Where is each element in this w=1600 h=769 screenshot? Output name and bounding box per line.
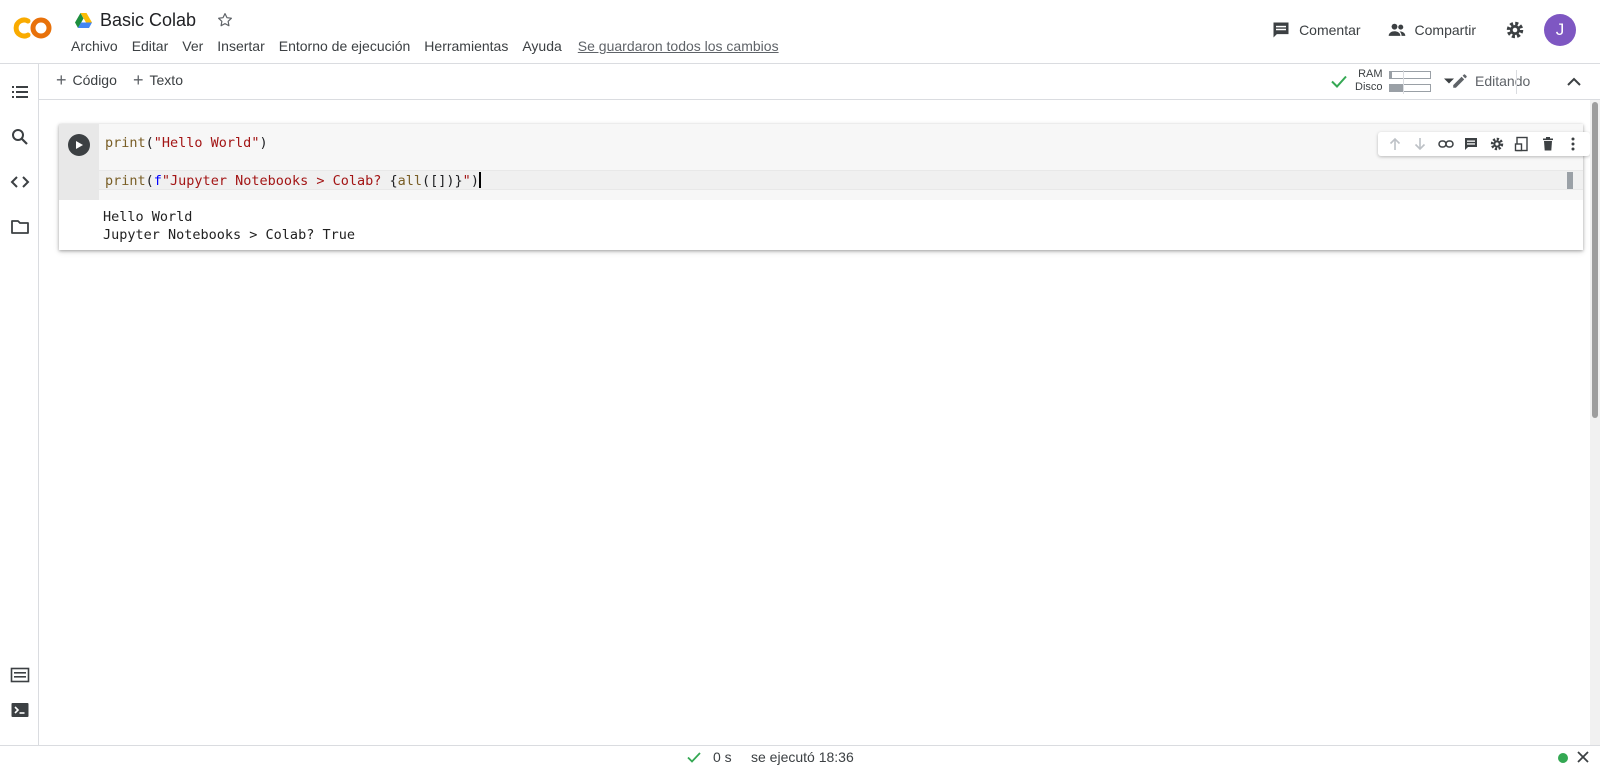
mirror-cell-icon[interactable] [1514,136,1530,152]
menu-ver[interactable]: Ver [182,38,203,54]
left-sidebar [0,64,39,745]
share-button[interactable]: Compartir [1387,20,1476,40]
disk-usage-bar [1388,83,1431,92]
plus-icon: + [56,70,67,90]
menu-ayuda[interactable]: Ayuda [522,38,561,54]
add-code-label: Código [72,72,117,88]
files-icon[interactable] [10,217,30,237]
cell-output: Hello World Jupyter Notebooks > Colab? T… [103,209,355,243]
resources-indicator[interactable]: RAM Disco [1329,68,1455,94]
more-icon[interactable] [1565,136,1581,152]
menu-herramientas[interactable]: Herramientas [424,38,508,54]
comment-icon[interactable] [1463,136,1479,152]
plus-icon: + [133,70,144,90]
editing-label: Editando [1475,73,1531,89]
header: Basic Colab Archivo Editar Ver Insertar … [0,0,1600,64]
terminal-icon[interactable] [10,700,30,720]
editor-scrollbar[interactable] [1567,172,1573,189]
run-cell-button[interactable] [68,134,90,156]
comment-label: Comentar [1299,22,1361,38]
close-icon[interactable] [1576,750,1590,764]
cell-toolbar [1378,132,1590,156]
menu-insertar[interactable]: Insertar [217,38,264,54]
move-up-icon[interactable] [1387,136,1403,152]
play-icon [76,141,83,149]
menu-bar: Archivo Editar Ver Insertar Entorno de e… [71,38,793,54]
text-cursor [478,172,481,188]
menu-editar[interactable]: Editar [132,38,169,54]
scrollbar-thumb[interactable] [1592,102,1598,418]
comment-button[interactable]: Comentar [1271,20,1361,40]
connection-status-dot [1558,753,1568,763]
toolbar-divider [1403,70,1404,94]
pencil-icon [1453,74,1467,88]
execution-check-icon [687,752,701,763]
disk-label: Disco [1355,81,1383,93]
notebook-area: print("Hello World") print(f"Jupyter Not… [39,100,1600,745]
star-icon[interactable] [216,11,234,29]
link-icon[interactable] [1438,136,1454,152]
code-cell[interactable]: print("Hello World") print(f"Jupyter Not… [59,124,1590,250]
code-snippets-icon[interactable] [10,172,30,192]
chevron-up-icon[interactable] [1564,72,1584,92]
colab-logo[interactable] [12,12,56,44]
code-editor[interactable]: print("Hello World") print(f"Jupyter Not… [99,124,1583,200]
page-scrollbar[interactable] [1590,100,1600,745]
code-line-1: print("Hello World") [105,135,268,151]
toolbar-divider [1516,70,1517,94]
avatar[interactable]: J [1544,14,1576,46]
add-text-label: Texto [149,72,183,88]
add-text-button[interactable]: + Texto [133,70,183,90]
cell-gutter [59,124,99,200]
ram-label: RAM [1358,68,1383,80]
status-bar: 0 s se ejecutó 18:36 [0,745,1600,769]
menu-archivo[interactable]: Archivo [71,38,118,54]
table-of-contents-icon[interactable] [10,82,30,102]
settings-icon[interactable] [1489,136,1505,152]
execution-duration: 0 s [713,749,732,765]
connected-check-icon [1331,75,1347,88]
ram-usage-bar [1388,70,1431,79]
settings-gear-icon[interactable] [1504,19,1526,41]
notebook-title[interactable]: Basic Colab [100,10,196,31]
search-icon[interactable] [10,127,30,147]
add-code-button[interactable]: + Código [56,70,117,90]
editing-mode-button[interactable]: Editando [1451,72,1530,90]
menu-entorno[interactable]: Entorno de ejecución [279,38,411,54]
move-down-icon[interactable] [1412,136,1428,152]
last-run-time[interactable]: se ejecutó 18:36 [751,749,854,765]
delete-icon[interactable] [1540,136,1556,152]
comment-icon [1273,22,1289,38]
google-drive-icon[interactable] [75,12,92,28]
share-label: Compartir [1414,22,1476,38]
code-line-2: print(f"Jupyter Notebooks > Colab? {all(… [105,172,481,189]
notebook-toolbar: + Código + Texto RAM Disco Editando [39,64,1600,100]
save-status-link[interactable]: Se guardaron todos los cambios [578,38,779,54]
people-icon [1388,23,1405,36]
command-palette-icon[interactable] [10,665,30,685]
